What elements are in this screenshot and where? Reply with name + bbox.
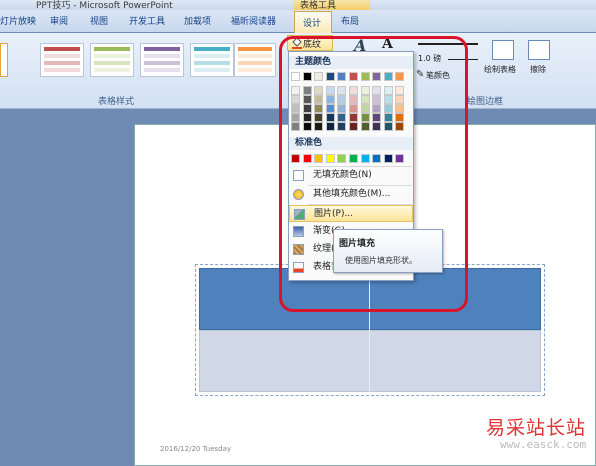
- tab-design[interactable]: 设计: [294, 11, 332, 33]
- table-style-swatch[interactable]: [40, 43, 84, 77]
- watermark-url: www.easck.com: [500, 438, 587, 451]
- tab-addins[interactable]: 加载项: [184, 14, 211, 27]
- table-style-swatch[interactable]: [190, 43, 234, 77]
- draw-table-icon[interactable]: [492, 40, 514, 60]
- tab-slideshow[interactable]: 灯片放映: [0, 14, 36, 27]
- tab-design-label: 设计: [303, 19, 322, 29]
- table-style-swatch[interactable]: [234, 43, 276, 77]
- tab-developer[interactable]: 开发工具: [129, 14, 165, 27]
- eraser-icon[interactable]: [528, 40, 550, 60]
- table-body-row[interactable]: [199, 330, 541, 392]
- tab-review[interactable]: 审阅: [50, 14, 68, 27]
- eraser-label[interactable]: 擦除: [530, 64, 546, 75]
- group-table-styles-label: 表格样式: [98, 97, 135, 107]
- tab-view[interactable]: 视图: [90, 14, 108, 27]
- draw-table-label[interactable]: 绘制表格: [484, 64, 516, 75]
- tab-layout[interactable]: 布局: [341, 14, 359, 27]
- slide-footer-date: 2016/12/20 Tuesday: [160, 445, 232, 453]
- group-draw-borders-label: 绘图边框: [467, 97, 504, 107]
- tab-foxit[interactable]: 福昕阅读器: [231, 14, 276, 27]
- highlight-annotation-box: [279, 36, 468, 312]
- table-style-swatch[interactable]: [0, 43, 8, 77]
- table-style-swatch[interactable]: [90, 43, 134, 77]
- table-style-swatch[interactable]: [140, 43, 184, 77]
- watermark-text: 易采站长站: [486, 417, 587, 439]
